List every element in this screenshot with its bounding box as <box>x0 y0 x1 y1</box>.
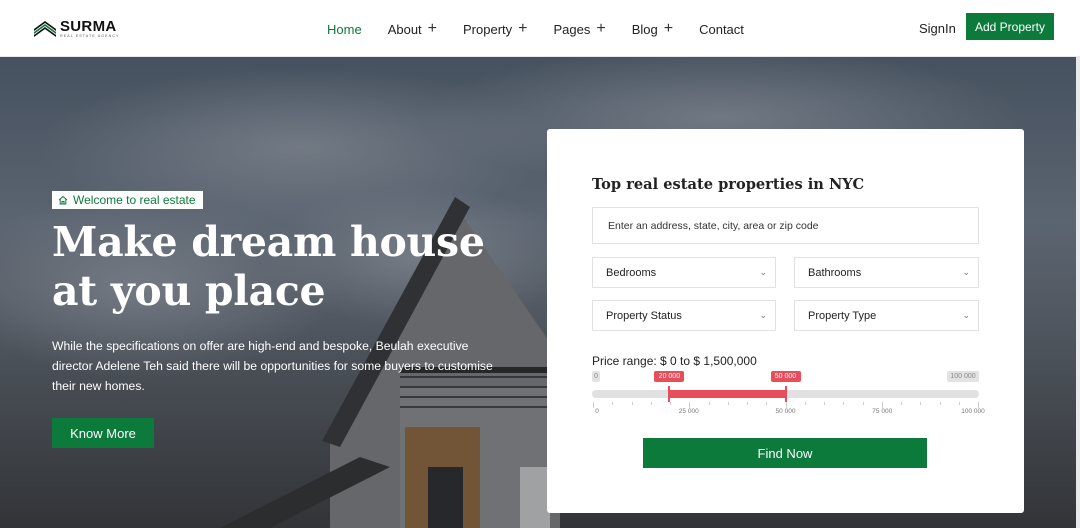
range-to-label: 50 000 <box>770 371 801 382</box>
range-tick <box>593 402 594 408</box>
range-tick <box>650 402 652 405</box>
plus-icon[interactable]: + <box>428 21 437 37</box>
chevron-down-icon: ⌄ <box>759 310 767 320</box>
property-status-select[interactable]: Property Status ⌄ <box>592 300 776 331</box>
nav-item-label: Property <box>463 21 513 37</box>
range-tick <box>862 402 864 405</box>
nav-item-label: Home <box>327 21 362 37</box>
search-card-title: Top real estate properties in NYC <box>592 176 865 193</box>
site-header: SURMA REAL ESTATE AGENCY Home About + Prope… <box>0 0 1080 57</box>
bathrooms-select[interactable]: Bathrooms ⌄ <box>794 257 979 288</box>
range-tick-label: 0 <box>595 408 599 415</box>
address-search-input[interactable] <box>592 207 979 244</box>
range-from-label: 20 000 <box>654 371 685 382</box>
hero-title: Make dream house at you place <box>52 218 485 315</box>
range-tick-label: 50 000 <box>775 408 796 415</box>
brand-name: SURMA <box>60 18 117 35</box>
range-tick <box>612 402 614 405</box>
chevron-down-icon: ⌄ <box>759 267 767 277</box>
range-selected-fill <box>669 390 786 398</box>
range-tick-label: 100 000 <box>961 408 985 415</box>
main-nav: Home About + Property + Pages + Blog + Contact <box>327 20 770 38</box>
plus-icon[interactable]: + <box>664 21 673 37</box>
nav-item-home[interactable]: Home <box>327 20 362 38</box>
price-range-label: Price range: $ 0 to $ 1,500,000 <box>592 354 757 368</box>
price-range-slider[interactable]: 0 100 000 20 000 50 000 0 25 000 50 000 75 … <box>592 371 985 421</box>
plus-icon[interactable]: + <box>596 21 605 37</box>
property-type-select-label: Property Type <box>808 309 877 322</box>
property-status-select-label: Property Status <box>606 309 682 322</box>
scrollbar[interactable] <box>1076 57 1080 528</box>
range-tick <box>631 402 633 405</box>
bedrooms-select[interactable]: Bedrooms ⌄ <box>592 257 776 288</box>
nav-item-label: Pages <box>553 21 591 37</box>
range-tick <box>843 402 845 405</box>
range-tick <box>766 402 768 405</box>
range-tick <box>958 402 960 405</box>
nav-item-contact[interactable]: Contact <box>699 20 744 38</box>
range-tick <box>727 402 729 405</box>
logo-icon <box>34 20 56 37</box>
brand-tagline: REAL ESTATE AGENCY <box>60 34 120 38</box>
range-tick <box>708 402 710 405</box>
hero-description: While the specifications on offer are hi… <box>52 339 493 393</box>
range-max-label: 100 000 <box>947 371 979 382</box>
chevron-down-icon: ⌄ <box>962 310 970 320</box>
range-to-handle[interactable] <box>784 386 787 402</box>
signin-link[interactable]: SignIn <box>919 21 956 36</box>
chevron-down-icon: ⌄ <box>962 267 970 277</box>
range-min-label: 0 <box>592 371 600 382</box>
range-tick <box>920 402 922 405</box>
range-tick <box>939 402 941 405</box>
range-tick <box>747 402 748 405</box>
add-property-button[interactable]: Add Property <box>966 13 1054 40</box>
property-search-card: Top real estate properties in NYC Bedroo… <box>547 129 1024 513</box>
find-now-button[interactable]: Find Now <box>643 438 927 468</box>
nav-item-property[interactable]: Property + <box>463 20 527 38</box>
home-icon <box>58 195 68 205</box>
bedrooms-select-label: Bedrooms <box>606 266 657 279</box>
range-tick <box>824 402 825 405</box>
welcome-badge-text: Welcome to real estate <box>73 193 196 207</box>
property-type-select[interactable]: Property Type ⌄ <box>794 300 979 331</box>
bathrooms-select-label: Bathrooms <box>808 266 862 279</box>
welcome-badge: Welcome to real estate <box>52 191 203 209</box>
range-from-handle[interactable] <box>668 386 671 402</box>
range-tick <box>804 402 806 405</box>
plus-icon[interactable]: + <box>518 21 527 37</box>
nav-item-label: About <box>387 21 422 37</box>
nav-item-pages[interactable]: Pages + <box>554 20 606 38</box>
range-tick-label: 25 000 <box>678 408 699 415</box>
range-tick <box>901 402 902 405</box>
range-tick-label: 75 000 <box>872 408 893 415</box>
range-tick <box>670 402 671 405</box>
nav-item-blog[interactable]: Blog + <box>632 20 673 38</box>
nav-item-about[interactable]: About + <box>388 20 437 38</box>
nav-item-label: Contact <box>699 21 744 37</box>
nav-item-label: Blog <box>631 21 658 37</box>
brand-logo[interactable]: SURMA REAL ESTATE AGENCY <box>34 19 119 39</box>
know-more-button[interactable]: Know More <box>52 418 154 448</box>
